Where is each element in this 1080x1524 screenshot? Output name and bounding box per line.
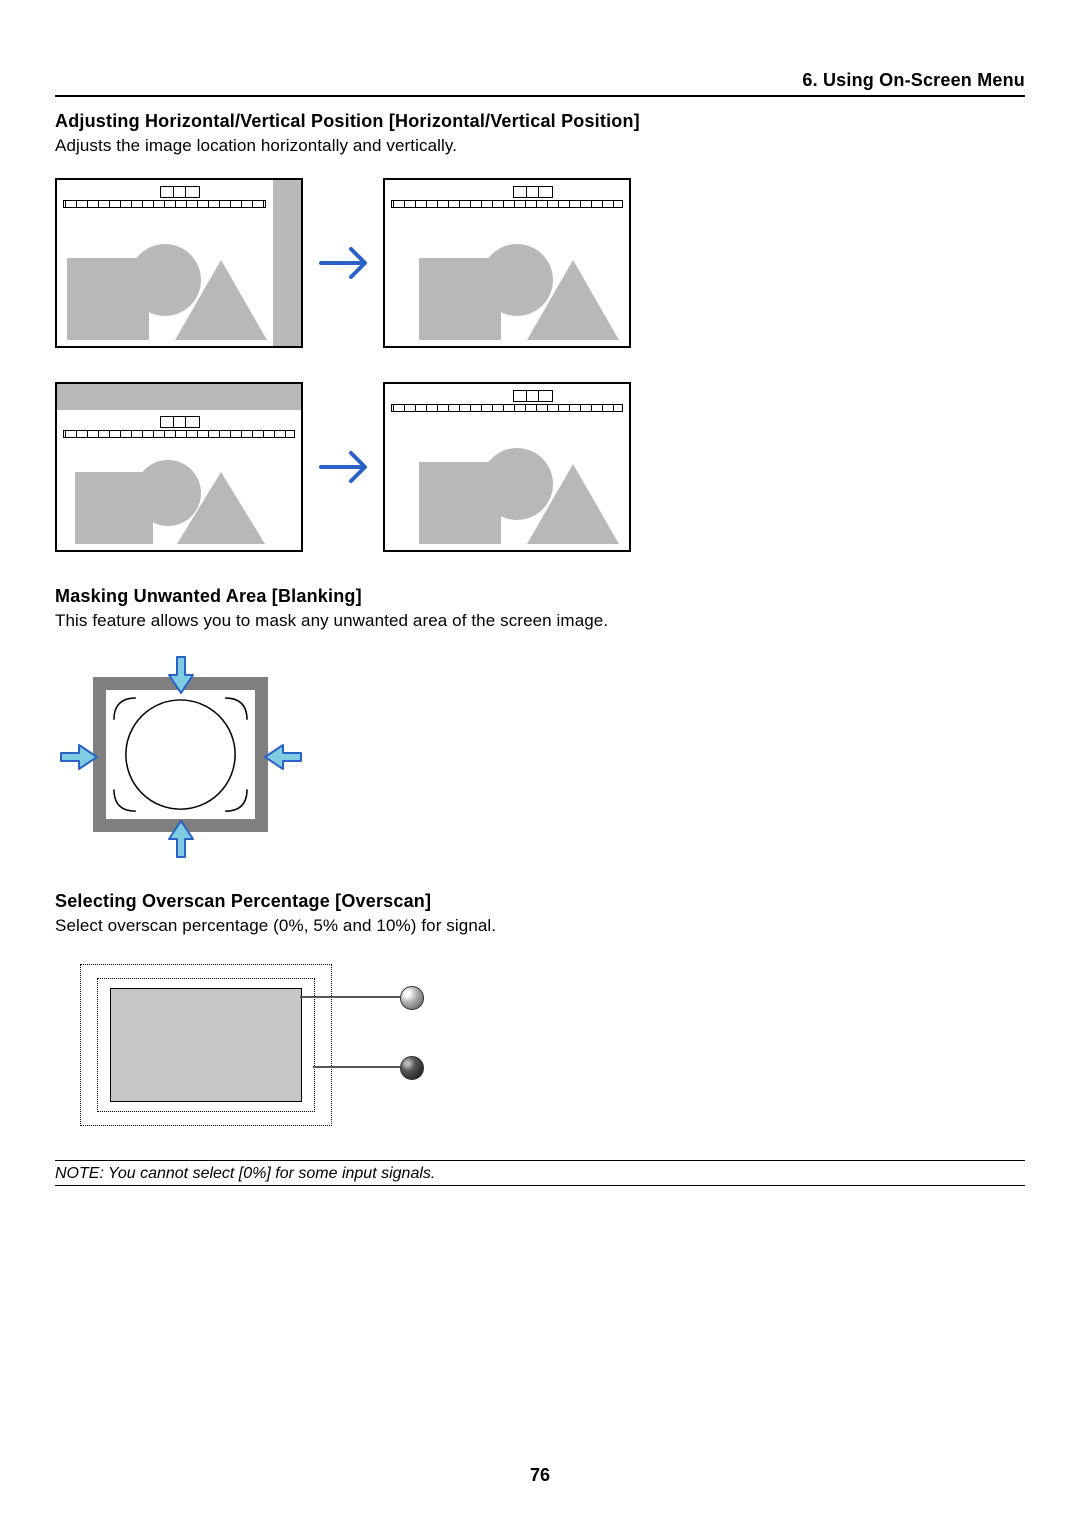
section-title-position: Adjusting Horizontal/Vertical Position [… (55, 111, 1025, 132)
note-box: NOTE: You cannot select [0%] for some in… (55, 1160, 1025, 1186)
overscan-marker-outer (400, 986, 424, 1010)
page-number: 76 (0, 1465, 1080, 1486)
section-body-position: Adjusts the image location horizontally … (55, 136, 1025, 156)
screen-after-vertical (383, 382, 631, 552)
arrow-right-icon (303, 233, 383, 293)
arrow-right-icon (59, 741, 101, 773)
section-title-overscan: Selecting Overscan Percentage [Overscan] (55, 891, 1025, 912)
blanking-illustration (55, 659, 305, 869)
arrow-down-icon (165, 655, 197, 697)
screen-after-horizontal (383, 178, 631, 348)
arrow-left-icon (261, 741, 303, 773)
manual-page: 6. Using On-Screen Menu Adjusting Horizo… (0, 0, 1080, 1524)
section-body-blanking: This feature allows you to mask any unwa… (55, 611, 1025, 631)
overscan-marker-inner (400, 1056, 424, 1080)
section-title-blanking: Masking Unwanted Area [Blanking] (55, 586, 1025, 607)
position-illustration (55, 178, 735, 552)
arrow-up-icon (165, 817, 197, 859)
section-body-overscan: Select overscan percentage (0%, 5% and 1… (55, 916, 1025, 936)
page-header: 6. Using On-Screen Menu (55, 70, 1025, 97)
note-text: NOTE: You cannot select [0%] for some in… (55, 1161, 1025, 1186)
screen-before-vertical (55, 382, 303, 552)
overscan-illustration (55, 958, 475, 1138)
screen-before-horizontal (55, 178, 303, 348)
arrow-right-icon (303, 437, 383, 497)
